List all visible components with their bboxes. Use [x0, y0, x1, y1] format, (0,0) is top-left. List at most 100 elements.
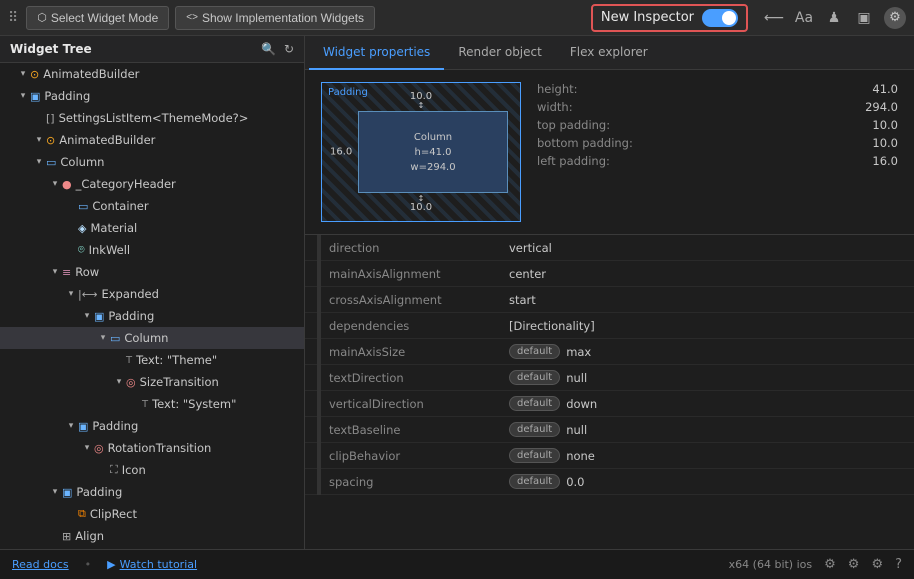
padding-icon4: ▣: [62, 486, 72, 499]
prop-val-textdirection: default null: [509, 370, 902, 385]
performance-icon[interactable]: ⚙: [848, 557, 860, 572]
prop-divider2: [317, 261, 321, 287]
properties-table: direction vertical mainAxisAlignment cen…: [305, 235, 914, 549]
top-bar-left: ⠿ ⬡ Select Widget Mode <> Show Implement…: [8, 6, 583, 30]
settings-icon[interactable]: ⚙: [884, 7, 906, 29]
new-inspector-toggle[interactable]: [702, 9, 738, 27]
circle-icon: ●: [62, 178, 72, 191]
tree-item-align[interactable]: ⊞ Align: [0, 525, 304, 547]
search-icon[interactable]: 🔍: [261, 42, 276, 56]
bm-prop-top-padding: top padding: 10.0: [537, 118, 898, 132]
default-badge-verticaldirection: default: [509, 396, 560, 411]
tree-item-animatedbuilder1[interactable]: ▾ ⊙ AnimatedBuilder: [0, 63, 304, 85]
tree-item-icon1[interactable]: ⛶ Icon: [0, 459, 304, 481]
prop-val-clipbehavior: default none: [509, 448, 902, 463]
prop-divider4: [317, 313, 321, 339]
box-model-bottom-val: 10.0: [410, 202, 432, 213]
box-model-props: height: 41.0 width: 294.0 top padding: 1…: [537, 82, 898, 172]
tree-item-material[interactable]: ◈ Material: [0, 217, 304, 239]
settings-bottom-icon[interactable]: ⚙: [824, 557, 836, 572]
top-bar: ⠿ ⬡ Select Widget Mode <> Show Implement…: [0, 0, 914, 36]
help-icon[interactable]: ?: [895, 557, 902, 572]
anim-icon2: ⊙: [46, 134, 55, 147]
box-model-outer: Padding 10.0 ↕ 16.0 10.0 ↕ Column h=41.0…: [321, 82, 521, 222]
tab-render-object[interactable]: Render object: [444, 36, 556, 70]
prop-row-spacing: spacing default 0.0: [305, 469, 914, 495]
material-icon: ◈: [78, 222, 86, 235]
anim-icon: ⊙: [30, 68, 39, 81]
arrow-down-bottom: ↕: [418, 194, 425, 203]
tab-widget-properties-label: Widget properties: [323, 45, 430, 59]
status-right: x64 (64 bit) ios ⚙ ⚙ ⚙ ?: [729, 557, 902, 572]
refresh-icon[interactable]: ↻: [284, 42, 294, 56]
new-inspector-label: New Inspector: [601, 10, 694, 25]
prop-val-verticaldirection: default down: [509, 396, 902, 411]
tree-item-sizetransition[interactable]: ▾ ◎ SizeTransition: [0, 371, 304, 393]
watch-tutorial-link[interactable]: Watch tutorial: [120, 558, 197, 571]
tab-flex-explorer[interactable]: Flex explorer: [556, 36, 662, 70]
tree-item-column1[interactable]: ▾ ▭ Column: [0, 151, 304, 173]
default-badge-clipbehavior: default: [509, 448, 560, 463]
box-icon2: ▭: [78, 200, 88, 213]
expanded-icon: |⟷: [78, 288, 97, 301]
text-icon2: T: [142, 399, 148, 410]
align-icon: ⊞: [62, 530, 71, 543]
tree-item-container1[interactable]: ▭ Container: [0, 195, 304, 217]
tree-item-categoryheader[interactable]: ▾ ● _CategoryHeader: [0, 173, 304, 195]
text-size-icon[interactable]: Aa: [794, 10, 814, 26]
tabs-bar: Widget properties Render object Flex exp…: [305, 36, 914, 70]
prop-row-textbaseline: textBaseline default null: [305, 417, 914, 443]
box-model-diagram: Padding 10.0 ↕ 16.0 10.0 ↕ Column h=41.0…: [321, 82, 521, 222]
arrow-icon[interactable]: ⟵: [764, 10, 784, 26]
tree-item-expanded[interactable]: ▾ |⟷ Expanded: [0, 283, 304, 305]
tree-item-rotationtransition[interactable]: ▾ ◎ RotationTransition: [0, 437, 304, 459]
prop-row-verticaldirection: verticalDirection default down: [305, 391, 914, 417]
platform-label: x64 (64 bit) ios: [729, 558, 812, 571]
tree-item-cliprect[interactable]: ⧉ ClipRect: [0, 503, 304, 525]
tree-item-animatedbuilder2[interactable]: ▾ ⊙ AnimatedBuilder: [0, 129, 304, 151]
select-widget-mode-button[interactable]: ⬡ Select Widget Mode: [26, 6, 169, 30]
tree-item-settingslist[interactable]: [] SettingsListItem<ThemeMode?>: [0, 107, 304, 129]
prop-row-direction: direction vertical: [305, 235, 914, 261]
tab-render-object-label: Render object: [458, 45, 542, 59]
prop-divider10: [317, 469, 321, 495]
screenshot-icon[interactable]: ▣: [854, 10, 874, 26]
tree-item-column2[interactable]: ▾ ▭ Column: [0, 327, 304, 349]
video-icon: ▶: [107, 558, 115, 571]
box-icon: ▭: [46, 156, 56, 169]
arrow-down-top: ↕: [418, 101, 425, 110]
row-icon: ≡: [62, 266, 71, 279]
icon-icon: ⛶: [110, 463, 118, 477]
read-docs-link[interactable]: Read docs: [12, 558, 69, 571]
tree-item-inkwell[interactable]: ⌾ InkWell: [0, 239, 304, 261]
padding-icon: ▣: [30, 90, 40, 103]
code-icon: <>: [186, 12, 198, 23]
tree-item-container2[interactable]: ▭ Container: [0, 547, 304, 549]
sizetransition-icon: ◎: [126, 376, 136, 389]
tree-item-row[interactable]: ▾ ≡ Row: [0, 261, 304, 283]
cursor-icon: ⬡: [37, 11, 47, 24]
default-badge-textdirection: default: [509, 370, 560, 385]
tree-item-text2[interactable]: T Text: "System": [0, 393, 304, 415]
padding-icon3: ▣: [78, 420, 88, 433]
bracket-icon: []: [46, 112, 55, 125]
tree-item-padding3[interactable]: ▾ ▣ Padding: [0, 415, 304, 437]
tree-item-text1[interactable]: T Text: "Theme": [0, 349, 304, 371]
box-model-area: Padding 10.0 ↕ 16.0 10.0 ↕ Column h=41.0…: [305, 70, 914, 235]
prop-row-textdirection: textDirection default null: [305, 365, 914, 391]
show-implementation-label: Show Implementation Widgets: [202, 11, 364, 25]
top-bar-icons: ⟵ Aa ♟ ▣ ⚙: [764, 7, 906, 29]
prop-row-mainaxissize: mainAxisSize default max: [305, 339, 914, 365]
tree-item-padding2[interactable]: ▾ ▣ Padding: [0, 305, 304, 327]
config-icon[interactable]: ⚙: [871, 557, 883, 572]
prop-val-textbaseline: default null: [509, 422, 902, 437]
new-inspector-area: New Inspector: [591, 4, 748, 32]
tab-widget-properties[interactable]: Widget properties: [309, 36, 444, 70]
right-panel: Widget properties Render object Flex exp…: [305, 36, 914, 549]
default-badge-mainaxissize: default: [509, 344, 560, 359]
accessibility-icon[interactable]: ♟: [824, 10, 844, 26]
show-implementation-button[interactable]: <> Show Implementation Widgets: [175, 6, 375, 30]
box-model-left-val: 16.0: [330, 147, 352, 158]
tree-item-padding4[interactable]: ▾ ▣ Padding: [0, 481, 304, 503]
tree-item-padding1[interactable]: ▾ ▣ Padding: [0, 85, 304, 107]
